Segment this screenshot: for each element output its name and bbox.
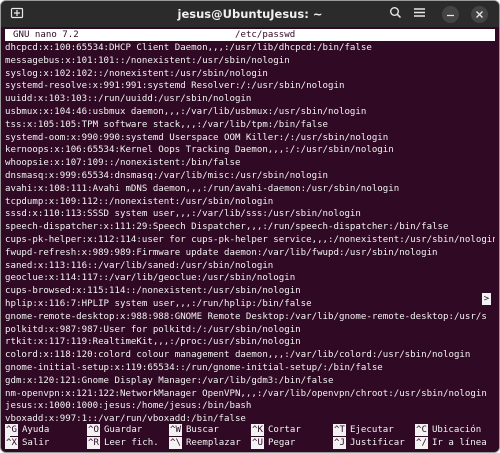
shortcut-label: Ejecutar [349,425,394,435]
shortcut-item: ^K Cortar [251,424,301,436]
shortcut-key: ^C [415,424,428,436]
shortcut-item: ^J Justificar [333,437,405,449]
file-line[interactable]: kernoops:x:106:65534:Kernel Oops Trackin… [5,144,495,157]
shortcut-key: ^/ [415,437,428,449]
file-line[interactable]: gnome-initial-setup:x:119:65534::/run/gn… [5,362,495,375]
terminal-window: jesus@UbuntuJesus: ~ GNU nano 7.2 /etc/p… [0,0,500,453]
file-line[interactable]: geoclue:x:114:117::/var/lib/geoclue:/usr… [5,272,495,285]
file-line[interactable]: dhcpcd:x:100:65534:DHCP Client Daemon,,,… [5,42,495,55]
shortcut-key: ^O [87,424,100,436]
nano-version: GNU nano 7.2 [13,30,79,40]
file-line[interactable]: dnsmasq:x:999:65534:dnsmasq:/var/lib/mis… [5,170,495,183]
file-line[interactable]: saned:x:113:116::/var/lib/saned:/usr/sbi… [5,260,495,273]
shortcut-key: ^T [333,424,346,436]
shortcut-label: Pegar [267,438,296,448]
file-line[interactable]: cups-browsed:x:115:114::/nonexistent:/us… [5,285,495,298]
shortcut-bar: ^G Ayuda ^X Salir ^O Guardar ^R Leer fich. ^W Bus… [5,424,495,450]
file-line[interactable]: uuidd:x:103:103::/run/uuidd:/usr/sbin/no… [5,93,495,106]
file-line[interactable]: avahi:x:108:111:Avahi mDNS daemon,,,:/ru… [5,183,495,196]
shortcut-item: ^W Buscar [169,424,219,436]
file-line[interactable]: speech-dispatcher:x:111:29:Speech Dispat… [5,221,495,234]
file-line[interactable]: systemd-resolve:x:991:991:systemd Resolv… [5,80,495,93]
shortcut-label: Reemplazar [185,438,241,448]
file-line[interactable]: systemd-oom:x:990:990:systemd Userspace … [5,132,495,145]
shortcut-key: ^X [5,437,18,449]
line-overflow-marker: > [482,293,491,305]
shortcut-item: ^X Salir [5,437,49,449]
file-line[interactable]: cups-pk-helper:x:112:114:user for cups-p… [5,234,495,247]
terminal-area[interactable]: GNU nano 7.2 /etc/passwd dhcpcd:x:100:65… [1,27,499,452]
file-name: /etc/passwd [235,30,296,40]
file-line[interactable]: colord:x:118:120:colord colour managemen… [5,349,495,362]
file-line[interactable]: hplip:x:116:7:HPLIP system user,,,:/run/… [5,298,495,311]
nano-header-bar: GNU nano 7.2 /etc/passwd [5,29,495,41]
shortcut-item: ^U Pegar [251,437,295,449]
shortcut-label: Ayuda [21,425,50,435]
shortcut-label: Ir a línea [431,438,487,448]
file-line[interactable]: tcpdump:x:109:112::/nonexistent:/usr/sbi… [5,196,495,209]
file-line[interactable]: usbmux:x:104:46:usbmux daemon,,,:/var/li… [5,106,495,119]
file-content[interactable]: dhcpcd:x:100:65534:DHCP Client Daemon,,,… [5,42,495,439]
shortcut-label: Justificar [349,438,405,448]
file-line[interactable]: gnome-remote-desktop:x:988:988:GNOME Rem… [5,311,495,324]
file-line[interactable]: jesus:x:1000:1000:jesus:/home/jesus:/bin… [5,400,495,413]
file-line[interactable]: nm-openvpn:x:121:122:NetworkManager Open… [5,388,495,401]
shortcut-key: ^\ [169,437,182,449]
shortcut-item: ^R Leer fich. [87,437,159,449]
shortcut-item: ^C Ubicación [415,424,481,436]
shortcut-label: Ubicación [431,425,482,435]
hamburger-menu-icon[interactable] [411,6,427,22]
file-line[interactable]: rtkit:x:117:119:RealtimeKit,,,:/proc:/us… [5,336,495,349]
file-line[interactable]: messagebus:x:101:101::/nonexistent:/usr/… [5,55,495,68]
file-line[interactable]: fwupd-refresh:x:989:989:Firmware update … [5,247,495,260]
shortcut-key: ^W [169,424,182,436]
shortcut-label: Salir [21,438,50,448]
shortcut-label: Cortar [267,425,301,435]
shortcut-key: ^G [5,424,18,436]
file-line[interactable]: syslog:x:102:102::/nonexistent:/usr/sbin… [5,68,495,81]
shortcut-key: ^K [251,424,264,436]
shortcut-label: Buscar [185,425,219,435]
search-icon[interactable] [387,6,403,22]
file-line[interactable]: tss:x:105:105:TPM software stack,,,:/var… [5,119,495,132]
file-line[interactable]: polkitd:x:987:987:User for polkitd:/:/us… [5,324,495,337]
minimize-icon[interactable] [442,6,459,23]
close-icon[interactable] [471,6,488,23]
title-bar: jesus@UbuntuJesus: ~ [1,1,499,27]
shortcut-key: ^J [333,437,346,449]
shortcut-item: ^O Guardar [87,424,142,436]
search-glyph [389,7,401,19]
menu-glyph [413,8,425,17]
shortcut-item: ^/Ir a línea [415,437,487,449]
shortcut-label: Guardar [103,425,143,435]
shortcut-key: ^U [251,437,264,449]
shortcut-key: ^R [87,437,100,449]
close-glyph [476,11,483,18]
minimize-glyph [447,14,454,17]
shortcut-item: ^G Ayuda [5,424,49,436]
shortcut-item: ^\ Reemplazar [169,437,241,449]
file-line[interactable]: gdm:x:120:121:Gnome Display Manager:/var… [5,375,495,388]
shortcut-item: ^T Ejecutar [333,424,394,436]
file-line[interactable]: sssd:x:110:113:SSSD system user,,,:/var/… [5,208,495,221]
shortcut-label: Leer fich. [103,438,159,448]
file-line[interactable]: whoopsie:x:107:109::/nonexistent:/bin/fa… [5,157,495,170]
